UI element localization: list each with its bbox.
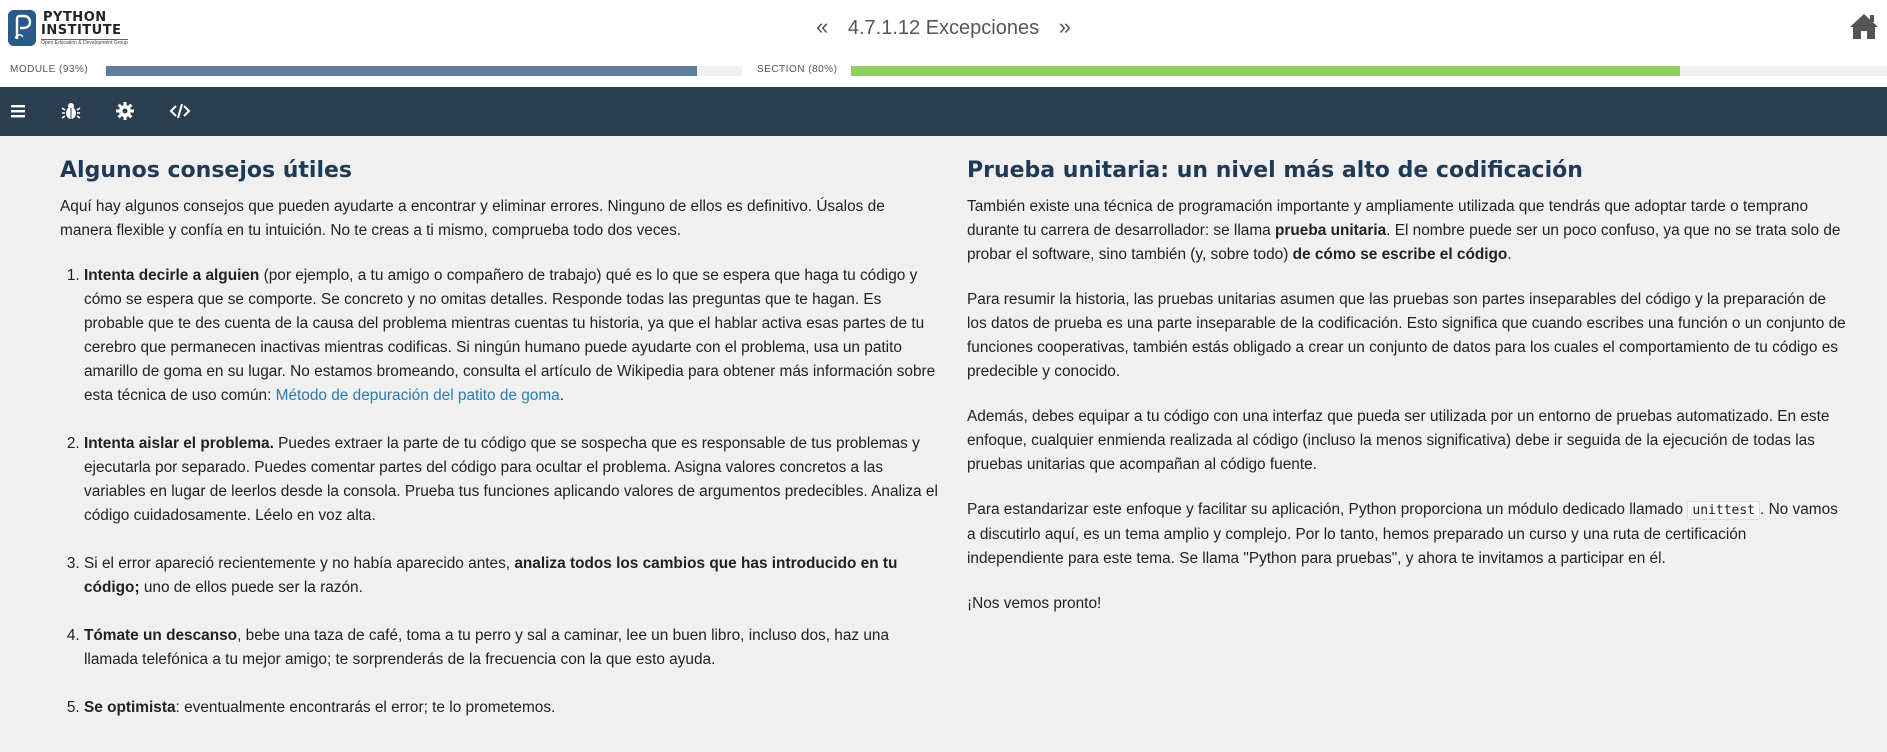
section-progress-fill xyxy=(851,66,1680,76)
rubber-duck-link[interactable]: Método de depuración del patito de goma xyxy=(276,387,560,404)
lesson-content: Algunos consejos útiles Aquí hay algunos… xyxy=(0,136,1887,752)
unittest-code: unittest xyxy=(1687,501,1761,520)
gear-icon[interactable] xyxy=(114,100,136,122)
tips-column: Algunos consejos útiles Aquí hay algunos… xyxy=(60,158,938,744)
code-icon[interactable] xyxy=(169,100,191,122)
module-progress-label: MODULE (93%) xyxy=(10,64,89,75)
module-progress-bar xyxy=(106,66,742,76)
paragraph: También existe una técnica de programaci… xyxy=(967,198,1841,263)
bug-icon[interactable] xyxy=(60,100,82,122)
paragraph: Para estandarizar este enfoque y facilit… xyxy=(967,501,1838,567)
list-item: Intenta aislar el problema. Puedes extra… xyxy=(84,432,938,528)
unit-testing-column: Prueba unitaria: un nivel más alto de co… xyxy=(967,158,1847,637)
tips-list: Intenta decirle a alguien (por ejemplo, … xyxy=(60,264,938,720)
section-progress-label: SECTION (80%) xyxy=(757,64,838,75)
lesson-navigation: « 4.7.1.12 Excepciones » xyxy=(0,14,1887,40)
paragraph: Además, debes equipar a tu código con un… xyxy=(967,408,1830,473)
header: PYTHON INSTITUTE Open Education & Develo… xyxy=(0,0,1887,87)
section-progress-bar xyxy=(851,66,1887,76)
module-progress-fill xyxy=(106,66,698,76)
toolbar xyxy=(0,87,1887,136)
progress-row: MODULE (93%) SECTION (80%) xyxy=(0,64,1887,78)
closing-paragraph: ¡Nos vemos pronto! xyxy=(967,595,1102,612)
list-item: Si el error apareció recientemente y no … xyxy=(84,552,938,600)
tips-intro: Aquí hay algunos consejos que pueden ayu… xyxy=(60,198,885,239)
menu-icon[interactable] xyxy=(7,100,29,122)
paragraph: Para resumir la historia, las pruebas un… xyxy=(967,291,1846,380)
tips-heading: Algunos consejos útiles xyxy=(60,158,353,183)
home-icon[interactable] xyxy=(1849,12,1879,40)
previous-lesson-icon[interactable]: « xyxy=(802,14,842,39)
list-item: Intenta decirle a alguien (por ejemplo, … xyxy=(84,264,938,408)
list-item: Se optimista: eventualmente encontrarás … xyxy=(84,696,938,720)
lesson-title: 4.7.1.12 Excepciones xyxy=(847,17,1040,39)
next-lesson-icon[interactable]: » xyxy=(1045,14,1085,39)
list-item: Tómate un descanso, bebe una taza de caf… xyxy=(84,624,938,672)
unit-testing-heading: Prueba unitaria: un nivel más alto de co… xyxy=(967,158,1583,183)
